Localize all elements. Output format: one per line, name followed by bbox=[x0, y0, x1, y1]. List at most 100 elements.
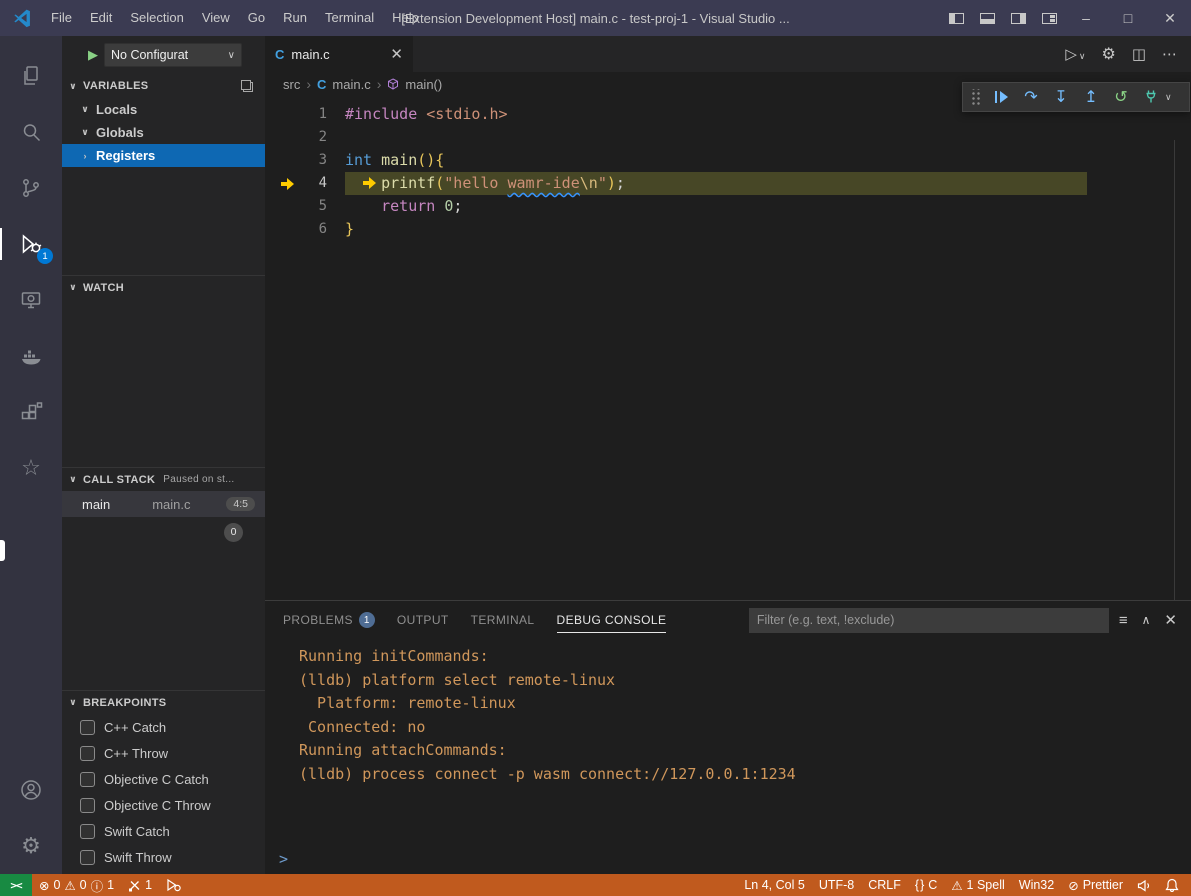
toggle-sidebar-icon[interactable] bbox=[949, 13, 964, 24]
breakpoint-checkbox[interactable] bbox=[80, 798, 95, 813]
tab-main-c[interactable]: C main.c ✕ bbox=[265, 36, 413, 72]
breakpoint-gutter[interactable] bbox=[265, 172, 295, 195]
activity-explorer-icon[interactable] bbox=[0, 48, 62, 104]
menu-run[interactable]: Run bbox=[274, 0, 316, 36]
problems-summary[interactable]: ⊗ 0 ⚠ 0 ⓘ 1 bbox=[32, 874, 121, 896]
console-input[interactable]: > bbox=[265, 844, 1191, 874]
breadcrumb-folder[interactable]: src bbox=[283, 77, 300, 92]
breakpoint-checkbox[interactable] bbox=[80, 850, 95, 865]
more-actions-icon[interactable]: ⋯ bbox=[1162, 45, 1177, 63]
breakpoint-checkbox[interactable] bbox=[80, 720, 95, 735]
menu-lines-icon[interactable]: ≡ bbox=[1119, 612, 1128, 629]
menu-view[interactable]: View bbox=[193, 0, 239, 36]
activity-settings-icon[interactable]: ⚙ bbox=[0, 818, 62, 874]
breadcrumb-file[interactable]: main.c bbox=[332, 77, 370, 92]
activity-account-icon[interactable] bbox=[0, 762, 62, 818]
close-button[interactable]: ✕ bbox=[1149, 0, 1191, 36]
remote-indicator[interactable]: >< bbox=[0, 874, 32, 896]
code-line[interactable]: 3int main(){ bbox=[265, 149, 1191, 172]
activity-favorites-icon[interactable]: ☆ bbox=[0, 440, 62, 496]
breakpoint-item[interactable]: Objective C Throw bbox=[62, 792, 265, 818]
breakpoint-checkbox[interactable] bbox=[80, 772, 95, 787]
step-out-button[interactable]: ↥ bbox=[1081, 87, 1101, 107]
breakpoint-item[interactable]: Swift Catch bbox=[62, 818, 265, 844]
code-line[interactable]: 4 printf("hello wamr-ide\n"); bbox=[265, 172, 1191, 195]
toggle-secondary-sidebar-icon[interactable] bbox=[1011, 13, 1026, 24]
chevron-down-icon[interactable]: ∨ bbox=[1165, 92, 1172, 103]
activity-source-control-icon[interactable] bbox=[0, 160, 62, 216]
variables-scope-registers[interactable]: › Registers bbox=[62, 144, 265, 167]
continue-button[interactable] bbox=[991, 87, 1011, 107]
encoding-indicator[interactable]: UTF-8 bbox=[812, 874, 861, 896]
close-tab-icon[interactable]: ✕ bbox=[390, 45, 403, 63]
editor-scrollbar[interactable] bbox=[1174, 140, 1175, 600]
breakpoint-gutter[interactable] bbox=[265, 126, 295, 149]
variables-scope-globals[interactable]: ∨ Globals bbox=[62, 121, 265, 144]
spell-checker-status[interactable]: ⚠ 1 Spell bbox=[944, 874, 1011, 896]
announcement-indicator[interactable] bbox=[1130, 874, 1158, 896]
activity-docker-icon[interactable] bbox=[0, 328, 62, 384]
breakpoint-item[interactable]: C++ Throw bbox=[62, 740, 265, 766]
call-stack-section-header[interactable]: ∨ CALL STACK Paused on st... bbox=[62, 467, 265, 491]
activity-run-debug-icon[interactable]: 1 bbox=[0, 216, 62, 272]
activity-search-icon[interactable] bbox=[0, 104, 62, 160]
breadcrumb-symbol[interactable]: main() bbox=[405, 77, 442, 92]
breakpoint-gutter[interactable] bbox=[265, 195, 295, 218]
menu-selection[interactable]: Selection bbox=[121, 0, 192, 36]
breakpoint-item[interactable]: C++ Catch bbox=[62, 714, 265, 740]
tab-terminal[interactable]: TERMINAL bbox=[471, 601, 535, 639]
menu-terminal[interactable]: Terminal bbox=[316, 0, 383, 36]
tab-debug-console[interactable]: DEBUG CONSOLE bbox=[557, 601, 667, 639]
disconnect-button[interactable] bbox=[1141, 87, 1161, 107]
breakpoint-item[interactable]: Swift Throw bbox=[62, 844, 265, 870]
menu-go[interactable]: Go bbox=[239, 0, 274, 36]
tab-output[interactable]: OUTPUT bbox=[397, 601, 449, 639]
code-line[interactable]: 6} bbox=[265, 218, 1191, 241]
variables-section-header[interactable]: ∨ VARIABLES bbox=[62, 74, 265, 98]
eol-indicator[interactable]: CRLF bbox=[861, 874, 908, 896]
activity-extensions-icon[interactable] bbox=[0, 384, 62, 440]
split-editor-icon[interactable]: ◫ bbox=[1132, 45, 1146, 63]
code-line[interactable]: 5 return 0; bbox=[265, 195, 1191, 218]
language-mode[interactable]: { } C bbox=[908, 874, 944, 896]
close-panel-icon[interactable]: ✕ bbox=[1164, 611, 1177, 629]
drag-handle-icon[interactable] bbox=[971, 89, 981, 105]
breakpoints-section-header[interactable]: ∨ BREAKPOINTS bbox=[62, 690, 265, 714]
code-line[interactable]: 2 bbox=[265, 126, 1191, 149]
start-debugging-icon[interactable]: ▶ bbox=[88, 47, 98, 63]
formatter-status[interactable]: ⊘ Prettier bbox=[1061, 874, 1130, 896]
restart-button[interactable]: ↺ bbox=[1111, 87, 1131, 107]
breakpoint-checkbox[interactable] bbox=[80, 746, 95, 761]
activity-remote-explorer-icon[interactable] bbox=[0, 272, 62, 328]
copy-icon[interactable] bbox=[241, 80, 253, 92]
step-into-button[interactable]: ↧ bbox=[1051, 87, 1071, 107]
maximize-button[interactable]: □ bbox=[1107, 0, 1149, 36]
call-stack-frame[interactable]: main main.c 4:5 bbox=[62, 491, 265, 517]
debug-configuration-dropdown[interactable]: No Configurat ∨ bbox=[104, 43, 242, 67]
toggle-panel-icon[interactable] bbox=[980, 13, 995, 24]
platform-indicator[interactable]: Win32 bbox=[1012, 874, 1061, 896]
menu-edit[interactable]: Edit bbox=[81, 0, 121, 36]
minimize-button[interactable]: – bbox=[1065, 0, 1107, 36]
menu-file[interactable]: File bbox=[42, 0, 81, 36]
gear-icon[interactable]: ⚙ bbox=[1101, 44, 1115, 64]
breakpoint-gutter[interactable] bbox=[265, 149, 295, 172]
customize-layout-icon[interactable] bbox=[1042, 13, 1057, 24]
notifications-indicator[interactable] bbox=[1158, 874, 1191, 896]
breakpoint-gutter[interactable] bbox=[265, 218, 295, 241]
breakpoint-checkbox[interactable] bbox=[80, 824, 95, 839]
console-filter-input[interactable] bbox=[749, 608, 1109, 633]
tab-problems[interactable]: PROBLEMS 1 bbox=[283, 601, 375, 639]
variables-scope-locals[interactable]: ∨ Locals bbox=[62, 98, 265, 121]
code-editor[interactable]: 1#include <stdio.h>23int main(){4 printf… bbox=[265, 96, 1191, 600]
cursor-position[interactable]: Ln 4, Col 5 bbox=[737, 874, 811, 896]
breakpoint-item[interactable]: Objective C Catch bbox=[62, 766, 265, 792]
watch-section-header[interactable]: ∨ WATCH bbox=[62, 275, 265, 299]
breakpoint-gutter[interactable] bbox=[265, 103, 295, 126]
debug-session-indicator[interactable] bbox=[159, 874, 188, 896]
maximize-panel-icon[interactable]: ∧ bbox=[1142, 613, 1151, 627]
menu-help[interactable]: Help bbox=[383, 0, 428, 36]
step-over-button[interactable]: ↷ bbox=[1021, 87, 1041, 107]
active-tasks-indicator[interactable]: 1 bbox=[121, 874, 159, 896]
run-or-debug-icon[interactable]: ▷∨ bbox=[1065, 45, 1085, 63]
